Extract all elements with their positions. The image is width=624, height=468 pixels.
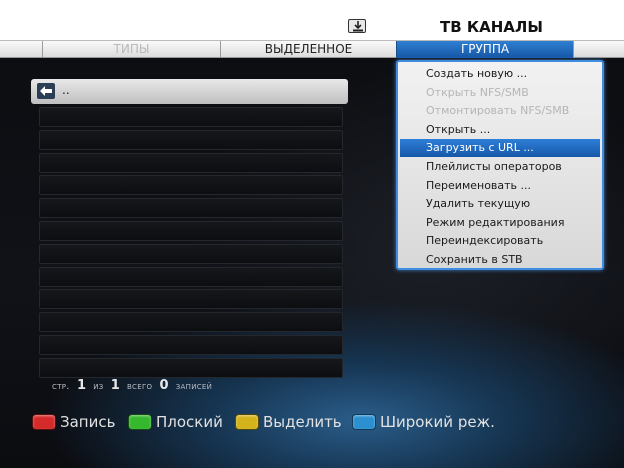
list-item-back[interactable]: .. <box>31 79 348 104</box>
pager-status: стр. 1 из 1 всего 0 записей <box>52 378 212 393</box>
legend-select-label: Выделить <box>263 413 342 431</box>
group-menu: Создать новую ... Открыть NFS/SMB Отмонт… <box>396 60 604 270</box>
list-item[interactable] <box>39 220 343 241</box>
red-key-icon <box>32 414 56 430</box>
menu-item-operator-playlists[interactable]: Плейлисты операторов <box>400 158 600 176</box>
download-icon <box>348 19 366 33</box>
list-item-label: .. <box>62 83 70 97</box>
legend-record-label: Запись <box>60 413 116 431</box>
pager-of-label: из <box>93 381 104 392</box>
footer-legend: Запись Плоский Выделить Широкий реж. <box>0 408 624 436</box>
tv-screen: ТВ КАНАЛЫ ТИПЫ ВЫДЕЛЕННОЕ ГРУППА .. стр.… <box>0 0 624 468</box>
tab-group[interactable]: ГРУППА <box>396 41 574 58</box>
list-item[interactable] <box>39 107 343 127</box>
list-item[interactable] <box>39 129 343 150</box>
legend-wide[interactable]: Широкий реж. <box>352 408 495 436</box>
pager-page-label: стр. <box>52 381 70 392</box>
list-item[interactable] <box>39 175 343 196</box>
list-item[interactable] <box>39 312 343 333</box>
page-title: ТВ КАНАЛЫ <box>440 18 543 36</box>
menu-item-save-stb[interactable]: Сохранить в STB <box>400 251 600 269</box>
legend-wide-label: Широкий реж. <box>380 413 495 431</box>
list-item[interactable] <box>39 357 343 378</box>
list-item[interactable] <box>39 334 343 355</box>
green-key-icon <box>128 414 152 430</box>
legend-flat[interactable]: Плоский <box>128 408 223 436</box>
menu-item-edit-mode[interactable]: Режим редактирования <box>400 214 600 232</box>
pager-page: 1 <box>76 378 86 393</box>
pager-pages: 1 <box>110 378 120 393</box>
tab-selected[interactable]: ВЫДЕЛЕННОЕ <box>220 41 396 58</box>
list-item[interactable] <box>39 289 343 310</box>
tab-types[interactable]: ТИПЫ <box>42 41 220 58</box>
list-item[interactable] <box>39 152 343 173</box>
back-arrow-icon <box>37 83 55 99</box>
yellow-key-icon <box>235 414 259 430</box>
menu-item-create[interactable]: Создать новую ... <box>400 65 600 83</box>
legend-select[interactable]: Выделить <box>235 408 342 436</box>
menu-item-unmount-nfs[interactable]: Отмонтировать NFS/SMB <box>400 102 600 120</box>
header-bar: ТВ КАНАЛЫ <box>0 0 624 40</box>
pager-records-label: записей <box>175 381 213 392</box>
menu-item-open[interactable]: Открыть ... <box>400 121 600 139</box>
tab-bar: ТИПЫ ВЫДЕЛЕННОЕ ГРУППА <box>0 40 624 58</box>
channel-list <box>39 107 343 381</box>
list-item[interactable] <box>39 243 343 264</box>
legend-record[interactable]: Запись <box>32 408 115 436</box>
list-item[interactable] <box>39 198 343 219</box>
menu-item-open-nfs[interactable]: Открыть NFS/SMB <box>400 84 600 102</box>
menu-item-reindex[interactable]: Переиндексировать <box>400 232 600 250</box>
menu-item-load-url[interactable]: Загрузить с URL ... <box>400 139 600 158</box>
menu-item-delete[interactable]: Удалить текущую <box>400 195 600 213</box>
legend-flat-label: Плоский <box>156 413 223 431</box>
pager-records: 0 <box>159 378 169 393</box>
list-item[interactable] <box>39 266 343 287</box>
blue-key-icon <box>352 414 376 430</box>
pager-total-label: всего <box>126 381 153 392</box>
menu-item-rename[interactable]: Переименовать ... <box>400 177 600 195</box>
